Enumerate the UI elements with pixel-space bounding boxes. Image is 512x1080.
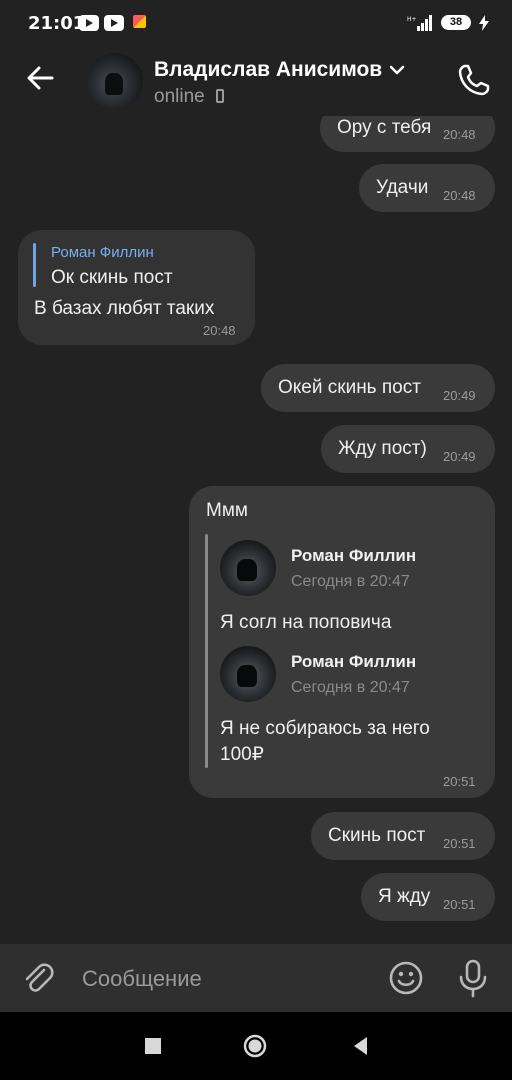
message-input[interactable] <box>82 964 372 994</box>
gallery-app-icon <box>133 15 146 28</box>
forwarded-author-avatar[interactable] <box>220 646 276 702</box>
youtube-icon <box>104 15 124 31</box>
message-time: 20:48 <box>443 127 476 142</box>
message-time: 20:51 <box>443 897 476 912</box>
contact-name[interactable]: Владислав Анисимов <box>154 58 382 82</box>
message-composer <box>0 944 512 1012</box>
message-bubble-incoming[interactable]: Роман Филлин Ок скинь пост В базах любят… <box>18 230 255 345</box>
message-time: 20:51 <box>443 836 476 851</box>
message-bubble-outgoing[interactable]: Ору с тебя 20:48 <box>320 116 495 152</box>
smiley-icon[interactable] <box>388 960 424 996</box>
mobile-device-icon <box>216 89 224 103</box>
message-time: 20:48 <box>443 188 476 203</box>
message-list[interactable]: Ору с тебя 20:48 Удачи 20:48 Роман Филли… <box>0 116 512 944</box>
message-bubble-outgoing[interactable]: Окей скинь пост 20:49 <box>261 364 495 412</box>
battery-icon: 38 <box>441 15 471 30</box>
paperclip-icon[interactable] <box>22 960 58 996</box>
message-bubble-outgoing[interactable]: Скинь пост 20:51 <box>311 812 495 860</box>
forwarded-text: Я согл на поповича <box>220 612 392 633</box>
reply-quote-bar <box>33 243 36 287</box>
youtube-icon <box>79 15 99 31</box>
forwarded-author[interactable]: Роман Филлин <box>291 652 416 672</box>
forwarded-date: Сегодня в 20:47 <box>291 679 410 696</box>
status-time: 21:01 <box>28 13 86 34</box>
forwarded-quote-bar <box>205 534 208 768</box>
contact-status: online <box>154 86 205 107</box>
back-arrow-icon[interactable] <box>22 60 58 96</box>
message-time: 20:49 <box>443 449 476 464</box>
signal-icon: H+ <box>407 15 432 31</box>
message-time: 20:51 <box>443 774 476 789</box>
message-bubble-outgoing[interactable]: Ммм Роман Филлин Сегодня в 20:47 Я согл … <box>189 486 495 798</box>
message-time: 20:48 <box>203 323 236 338</box>
reply-author[interactable]: Роман Филлин <box>51 244 154 261</box>
status-bar: 21:01 H+ 38 <box>0 0 512 46</box>
message-text: Ммм <box>206 500 248 521</box>
system-navigation-bar <box>0 1012 512 1080</box>
circle-icon[interactable] <box>243 1034 267 1058</box>
contact-avatar[interactable] <box>87 53 143 109</box>
message-text: Жду пост) <box>338 438 427 459</box>
square-icon[interactable] <box>141 1034 165 1058</box>
message-text: Скинь пост <box>328 825 426 846</box>
triangle-icon[interactable] <box>349 1034 373 1058</box>
microphone-icon[interactable] <box>455 958 491 998</box>
forwarded-author[interactable]: Роман Филлин <box>291 546 416 566</box>
message-bubble-outgoing[interactable]: Удачи 20:48 <box>359 164 495 212</box>
svg-text:H+: H+ <box>407 16 417 23</box>
message-text: Ору с тебя <box>337 117 432 138</box>
charging-icon <box>479 15 489 31</box>
reply-text: Ок скинь пост <box>51 267 173 288</box>
chevron-down-icon[interactable] <box>389 64 405 76</box>
message-time: 20:49 <box>443 388 476 403</box>
message-text: В базах любят таких <box>34 298 215 319</box>
forwarded-text: Я не собираюсь за него 100₽ <box>220 718 430 765</box>
message-text: Окей скинь пост <box>278 377 421 398</box>
forwarded-date: Сегодня в 20:47 <box>291 573 410 590</box>
message-text: Я жду <box>378 886 431 907</box>
chat-header: Владислав Анисимов online <box>0 46 512 116</box>
message-text: Удачи <box>376 177 429 198</box>
message-bubble-outgoing[interactable]: Я жду 20:51 <box>361 873 495 921</box>
forwarded-author-avatar[interactable] <box>220 540 276 596</box>
message-bubble-outgoing[interactable]: Жду пост) 20:49 <box>321 425 495 473</box>
phone-icon[interactable] <box>456 62 492 98</box>
